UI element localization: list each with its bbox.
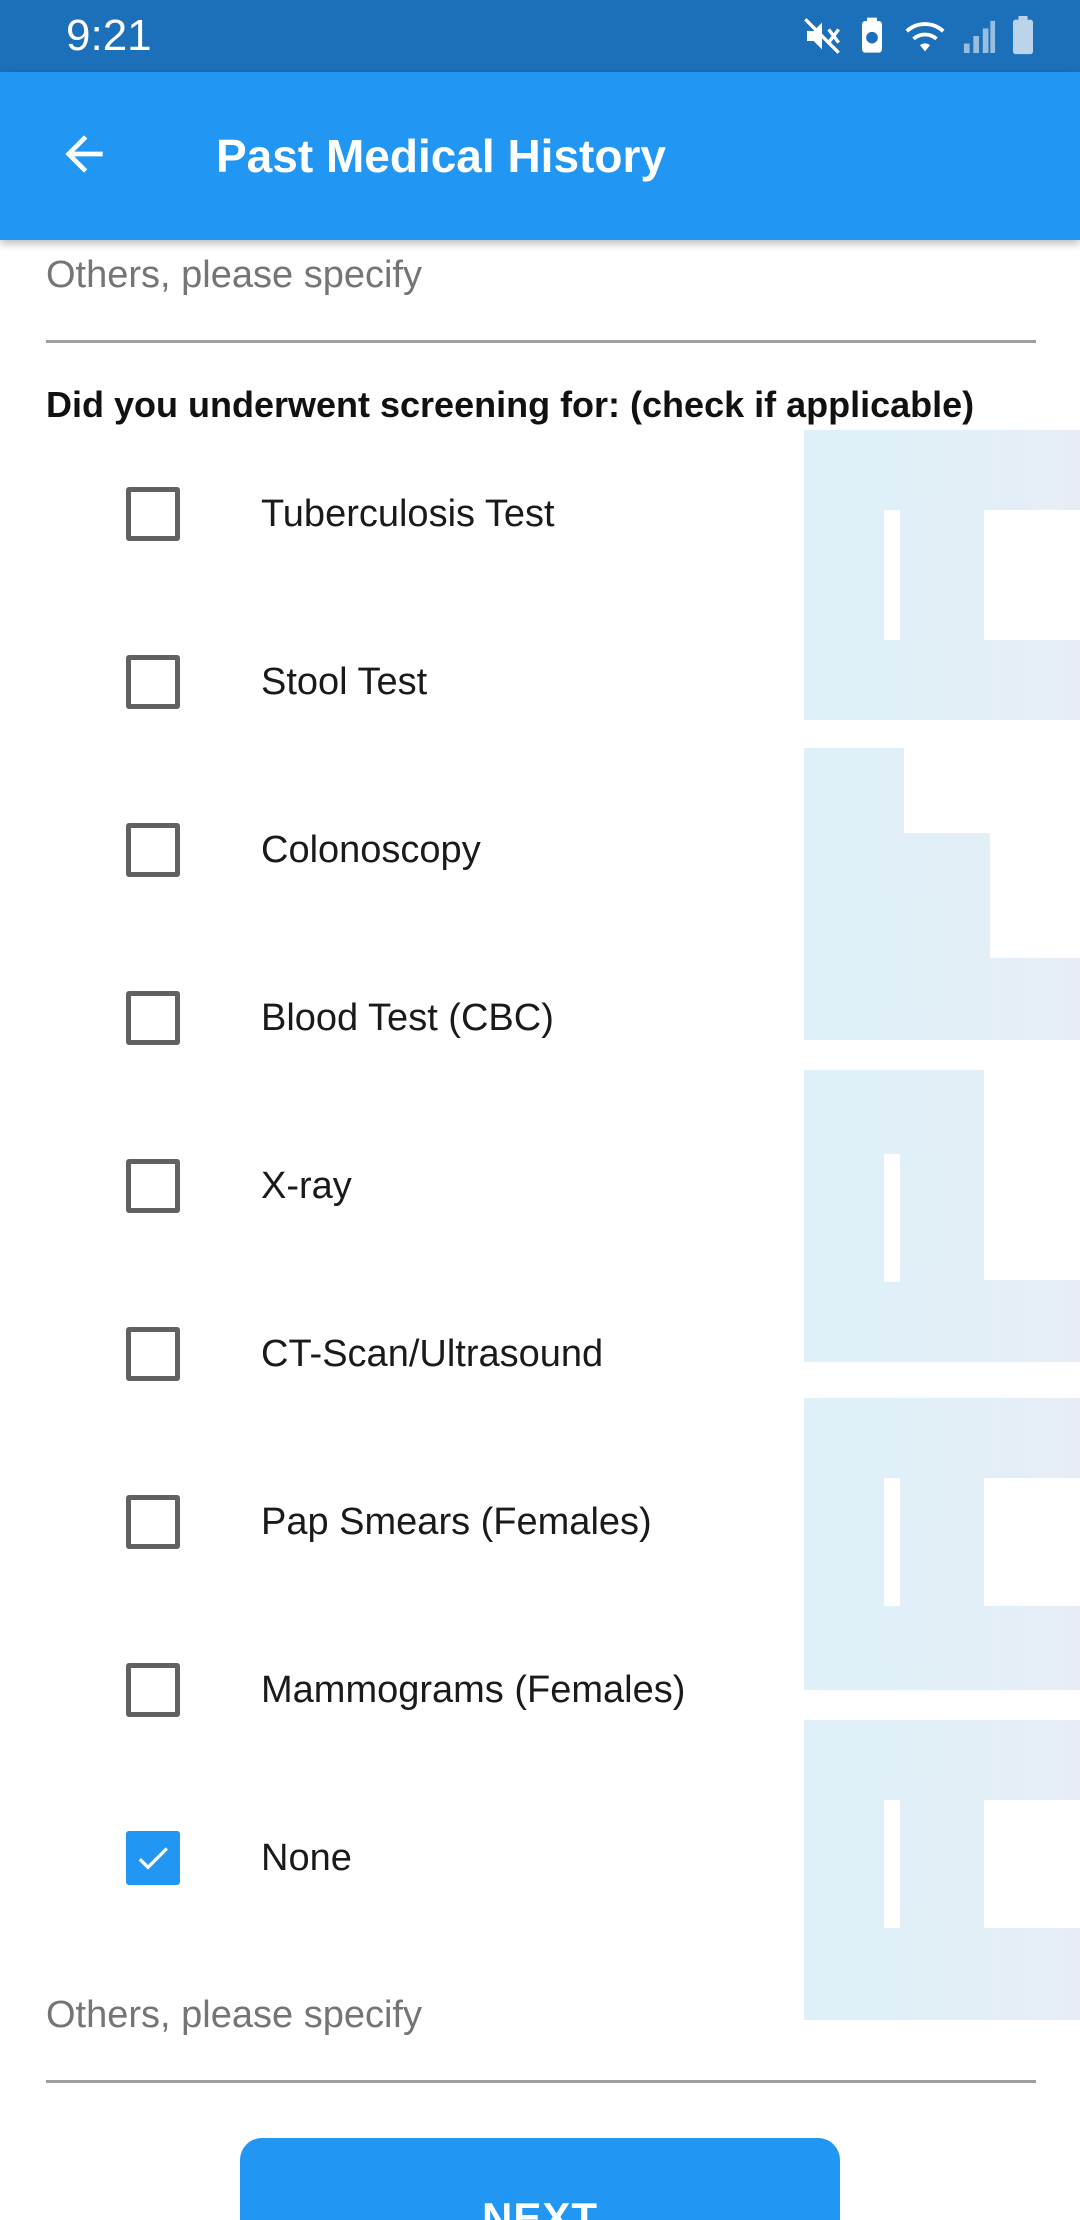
status-bar: 9:21 <box>0 0 1080 72</box>
option-x-ray[interactable]: X-ray <box>0 1102 800 1270</box>
form-content[interactable]: Others, please specify Did you underwent… <box>0 240 1080 2220</box>
wifi-icon <box>902 16 948 56</box>
checkbox[interactable] <box>126 1327 180 1381</box>
battery-saver-icon <box>856 16 888 56</box>
page-title: Past Medical History <box>216 130 666 182</box>
checkbox[interactable] <box>126 823 180 877</box>
option-label: Pap Smears (Females) <box>261 1501 652 1543</box>
back-button[interactable] <box>40 112 128 200</box>
checkbox-checked[interactable] <box>126 1831 180 1885</box>
option-mammograms[interactable]: Mammograms (Females) <box>0 1606 800 1774</box>
others-field-top-placeholder: Others, please specify <box>46 254 422 296</box>
option-label: X-ray <box>261 1165 352 1207</box>
option-label: Tuberculosis Test <box>261 493 555 535</box>
option-label: Mammograms (Females) <box>261 1669 686 1711</box>
arrow-left-icon <box>56 126 112 187</box>
option-colonoscopy[interactable]: Colonoscopy <box>0 766 800 934</box>
option-ct-scan-ultrasound[interactable]: CT-Scan/Ultrasound <box>0 1270 800 1438</box>
status-time: 9:21 <box>66 11 152 60</box>
option-blood-test[interactable]: Blood Test (CBC) <box>0 934 800 1102</box>
option-label: CT-Scan/Ultrasound <box>261 1333 604 1375</box>
checkbox[interactable] <box>126 1159 180 1213</box>
watermark-logo <box>804 430 1080 2020</box>
next-button[interactable]: NEXT <box>240 2138 840 2220</box>
option-label: Stool Test <box>261 661 428 703</box>
signal-icon <box>962 16 996 56</box>
option-pap-smears[interactable]: Pap Smears (Females) <box>0 1438 800 1606</box>
checkbox[interactable] <box>126 487 180 541</box>
others-field-top[interactable]: Others, please specify <box>46 250 1036 350</box>
checkbox[interactable] <box>126 991 180 1045</box>
checkbox[interactable] <box>126 1495 180 1549</box>
others-field-bottom[interactable]: Others, please specify <box>46 1990 1036 2090</box>
mute-icon <box>802 16 842 56</box>
screening-question: Did you underwent screening for: (check … <box>46 384 975 425</box>
field-underline <box>46 2080 1036 2083</box>
option-tuberculosis-test[interactable]: Tuberculosis Test <box>0 430 800 598</box>
option-label: Colonoscopy <box>261 829 481 871</box>
others-field-bottom-placeholder: Others, please specify <box>46 1994 422 2036</box>
option-none[interactable]: None <box>0 1774 800 1942</box>
checkbox[interactable] <box>126 1663 180 1717</box>
option-label: None <box>261 1837 352 1879</box>
battery-icon <box>1010 16 1036 56</box>
field-underline <box>46 340 1036 343</box>
checkmark-icon <box>138 1847 168 1870</box>
checkbox[interactable] <box>126 655 180 709</box>
app-bar: Past Medical History <box>0 72 1080 240</box>
option-stool-test[interactable]: Stool Test <box>0 598 800 766</box>
status-icons <box>802 14 1036 58</box>
option-label: Blood Test (CBC) <box>261 997 554 1039</box>
